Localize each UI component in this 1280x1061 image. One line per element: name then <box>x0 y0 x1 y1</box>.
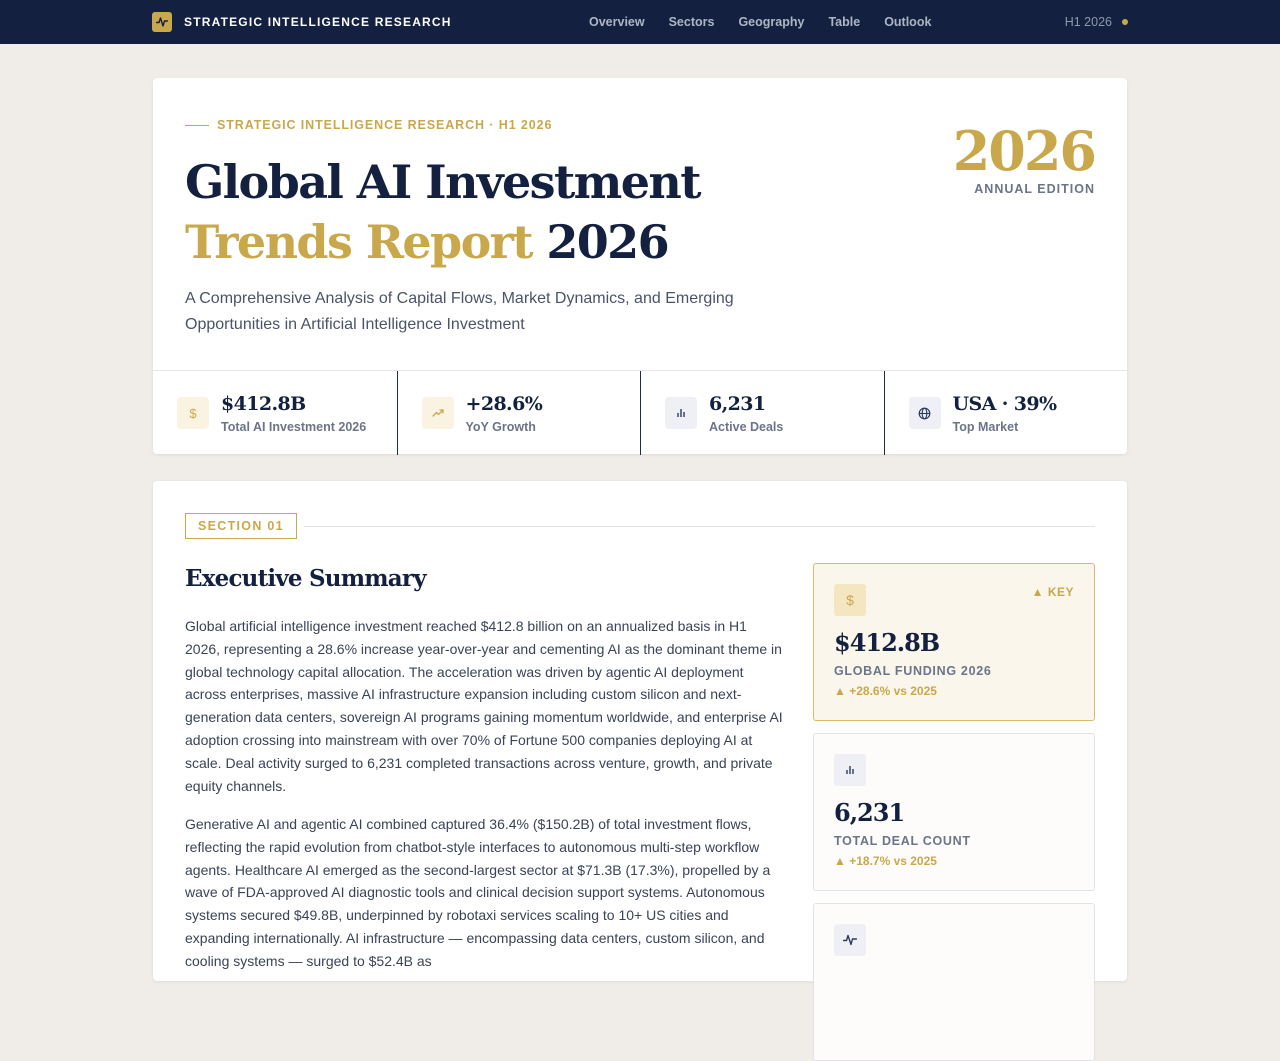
bar-chart-icon <box>665 397 697 429</box>
stat-top-market: USA · 39% Top Market <box>883 371 1128 455</box>
metric-label: GLOBAL FUNDING 2026 <box>834 664 992 678</box>
edition-year: 2026 <box>952 119 1097 183</box>
bar-chart-icon <box>834 754 866 786</box>
stat-active-deals: 6,231 Active Deals <box>640 371 884 455</box>
key-metric-card-activity <box>813 903 1095 1061</box>
key-metric-card-funding: $ ▲ KEY $412.8B GLOBAL FUNDING 2026 ▲ +2… <box>813 563 1095 721</box>
section-divider <box>304 526 1095 527</box>
status-dot <box>1122 19 1128 25</box>
brand[interactable]: STRATEGIC INTELLIGENCE RESEARCH <box>152 12 452 32</box>
globe-icon <box>908 397 941 429</box>
key-flag: ▲ KEY <box>1031 585 1074 599</box>
hero-card: STRATEGIC INTELLIGENCE RESEARCH · H1 202… <box>153 78 1128 455</box>
stat-value: $412.8B <box>221 393 306 415</box>
section-badge: SECTION 01 <box>185 513 297 539</box>
top-nav-bar: STRATEGIC INTELLIGENCE RESEARCH Overview… <box>0 0 1280 44</box>
nav-item-outlook[interactable]: Outlook <box>884 15 931 29</box>
stat-label: Active Deals <box>709 420 784 434</box>
stat-total-investment: $ $412.8B Total AI Investment 2026 <box>153 371 397 455</box>
summary-paragraph-1: Global artificial intelligence investmen… <box>185 618 783 794</box>
metric-value: 6,231 <box>834 798 905 827</box>
main-nav: Overview Sectors Geography Table Outlook <box>589 0 955 44</box>
title-year: 2026 <box>546 215 669 269</box>
edition-label: H1 2026 <box>1064 15 1112 29</box>
title-line-1: Global AI Investment <box>185 155 701 209</box>
title-gold-text: Trends Report <box>185 215 534 269</box>
page-subtitle: A Comprehensive Analysis of Capital Flow… <box>185 290 734 333</box>
metric-value: $412.8B <box>834 628 940 657</box>
activity-icon <box>152 12 172 32</box>
brand-name: STRATEGIC INTELLIGENCE RESEARCH <box>184 15 452 29</box>
dollar-icon: $ <box>834 584 866 616</box>
stat-label: Total AI Investment 2026 <box>221 420 367 434</box>
nav-item-geography[interactable]: Geography <box>738 15 804 29</box>
stat-value: 6,231 <box>709 393 766 415</box>
stat-value: +28.6% <box>465 393 543 415</box>
edition-tag: H1 2026 <box>1065 0 1128 44</box>
metric-delta: ▲ +18.7% vs 2025 <box>834 854 937 868</box>
edition-label-annual: ANNUAL EDITION <box>974 182 1095 196</box>
stats-strip: $ $412.8B Total AI Investment 2026 +28.6… <box>153 370 1128 455</box>
metric-label: TOTAL DEAL COUNT <box>834 834 971 848</box>
nav-item-overview[interactable]: Overview <box>589 15 645 29</box>
executive-summary-section: SECTION 01 Executive Summary Global arti… <box>153 481 1127 1061</box>
section-title: Executive Summary <box>185 565 427 592</box>
summary-paragraph-2: Generative AI and agentic AI combined ca… <box>185 816 771 969</box>
activity-icon <box>834 924 866 956</box>
stat-value: USA · 39% <box>952 393 1058 415</box>
key-metric-card-deals: 6,231 TOTAL DEAL COUNT ▲ +18.7% vs 2025 <box>813 733 1095 891</box>
stat-label: Top Market <box>952 420 1019 434</box>
eyebrow: STRATEGIC INTELLIGENCE RESEARCH · H1 202… <box>185 118 552 132</box>
eyebrow-text: STRATEGIC INTELLIGENCE RESEARCH · H1 202… <box>217 118 553 132</box>
eyebrow-rule <box>185 124 209 126</box>
trending-up-icon <box>421 397 454 429</box>
nav-item-sectors[interactable]: Sectors <box>669 15 715 29</box>
stat-yoy-growth: +28.6% YoY Growth <box>396 371 641 455</box>
stat-label: YoY Growth <box>465 420 536 434</box>
dollar-icon: $ <box>177 397 209 429</box>
nav-item-table[interactable]: Table <box>828 15 860 29</box>
metric-delta: ▲ +28.6% vs 2025 <box>834 684 937 698</box>
page-title: Global AI Investment Trends Report 2026 <box>185 152 701 272</box>
